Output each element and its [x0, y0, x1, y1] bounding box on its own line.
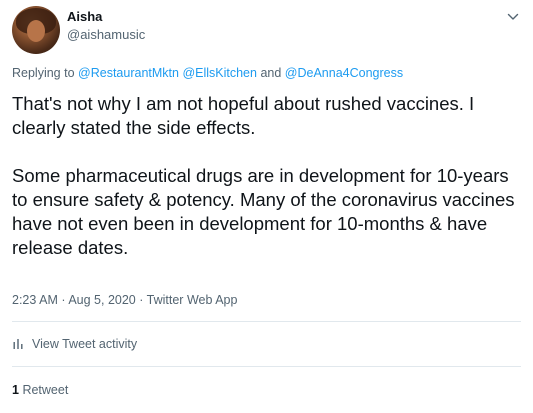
tweet-date[interactable]: Aug 5, 2020 [68, 293, 135, 307]
author-handle[interactable]: @aishamusic [67, 27, 145, 42]
avatar[interactable] [12, 6, 60, 54]
mention-link[interactable]: @DeAnna4Congress [285, 66, 403, 80]
tweet-detail: Aisha @aishamusic Replying to @Restauran… [0, 0, 533, 413]
divider [12, 321, 521, 322]
retweet-stat[interactable]: 1 Retweet [12, 383, 68, 397]
tweet-time[interactable]: 2:23 AM [12, 293, 58, 307]
retweet-count: 1 [12, 383, 19, 397]
divider [12, 366, 521, 367]
replying-and: and [260, 66, 282, 80]
replying-to: Replying to @RestaurantMktn @EllsKitchen… [12, 66, 403, 80]
view-activity-label: View Tweet activity [32, 337, 138, 351]
mention-link[interactable]: @EllsKitchen [182, 66, 257, 80]
chevron-down-icon[interactable] [505, 9, 521, 25]
view-activity-link[interactable]: View Tweet activity [12, 337, 137, 351]
replying-prefix: Replying to [12, 66, 75, 80]
mention-link[interactable]: @RestaurantMktn [78, 66, 179, 80]
tweet-source[interactable]: Twitter Web App [147, 293, 238, 307]
tweet-paragraph: That's not why I am not hopeful about ru… [12, 93, 475, 138]
meta-separator: · [61, 293, 66, 307]
meta-separator: · [139, 293, 144, 307]
author-name[interactable]: Aisha [67, 9, 102, 24]
tweet-meta: 2:23 AM · Aug 5, 2020 · Twitter Web App [12, 293, 237, 307]
tweet-paragraph: Some pharmaceutical drugs are in develop… [12, 165, 515, 258]
retweet-label: Retweet [22, 383, 69, 397]
bar-chart-icon [13, 339, 23, 349]
tweet-body: That's not why I am not hopeful about ru… [12, 92, 527, 260]
avatar-face [27, 20, 45, 42]
